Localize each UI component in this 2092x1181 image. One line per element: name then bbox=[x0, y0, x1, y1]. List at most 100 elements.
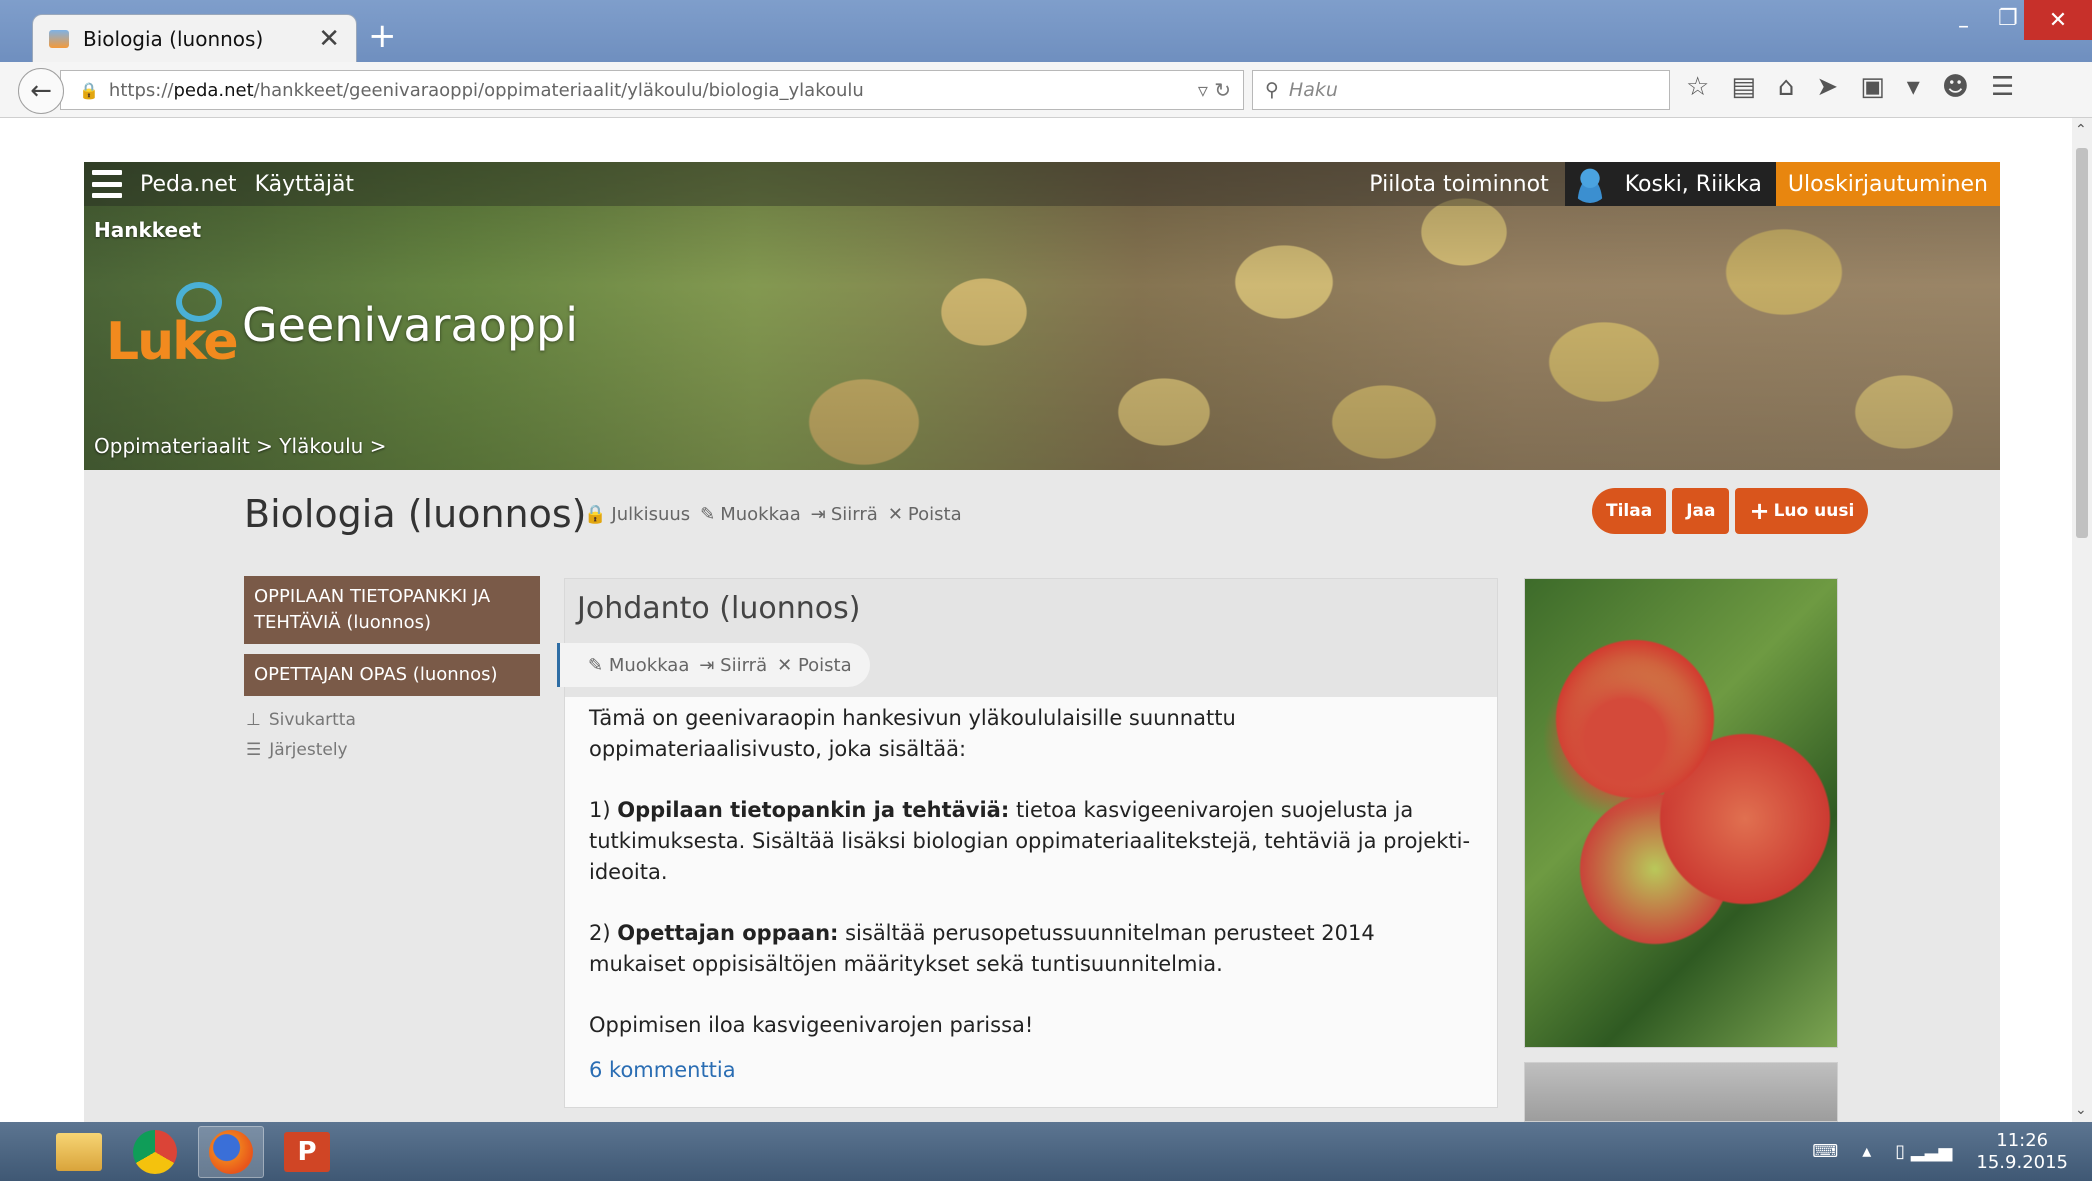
scroll-thumb[interactable] bbox=[2076, 148, 2088, 538]
browser-navbar: 🔒 https:// peda.net /hankkeet/geenivarao… bbox=[0, 62, 2092, 118]
closing-paragraph: Oppimisen iloa kasvigeenivarojen parissa… bbox=[589, 1013, 1034, 1037]
menu-icon[interactable]: ☰ bbox=[1991, 72, 2014, 102]
para2-prefix: 1) bbox=[589, 798, 618, 822]
luke-logo[interactable]: Luke bbox=[106, 312, 239, 372]
para3-bold: Opettajan oppaan: bbox=[617, 921, 839, 945]
luke-logo-mark-icon bbox=[176, 282, 222, 322]
browser-toolbar: ☆ ▤ ⌂ ➤ ▣ ▾ ☻ ☰ bbox=[1686, 72, 2014, 102]
content-actions: ✎ Muokkaa ⇥ Siirrä ✕ Poista bbox=[557, 643, 870, 687]
student-bank-paragraph: 1) Oppilaan tietopankin ja tehtäviä: tie… bbox=[589, 795, 1473, 888]
content-move-label: Siirrä bbox=[720, 654, 768, 676]
header-banner: Peda.net Käyttäjät Piilota toiminnot Kos… bbox=[84, 162, 2000, 470]
scroll-up-icon[interactable]: ⌃ bbox=[2075, 122, 2087, 138]
content-edit-label: Muokkaa bbox=[608, 654, 690, 676]
url-prefix: https:// bbox=[108, 79, 174, 101]
public-action[interactable]: 🔒 Julkisuus bbox=[584, 504, 690, 525]
nav-item-student-bank[interactable]: OPPILAAN TIETOPANKKI JA TEHTÄVIÄ (luonno… bbox=[244, 576, 540, 644]
search-icon: ⚲ bbox=[1265, 79, 1279, 101]
sitemap-icon: ⊥ bbox=[246, 710, 261, 730]
chrome-icon[interactable] bbox=[122, 1126, 188, 1178]
create-new-button[interactable]: + Luo uusi bbox=[1735, 488, 1869, 534]
edit-label: Muokkaa bbox=[720, 504, 801, 525]
reload-icon[interactable]: ▿ ↻ bbox=[1198, 78, 1231, 102]
addon-icon[interactable]: ▣ bbox=[1860, 72, 1885, 102]
back-button[interactable]: ← bbox=[18, 68, 64, 114]
content-box: Johdanto (luonnos) ✎ Muokkaa ⇥ Siirrä ✕ … bbox=[557, 578, 1498, 1108]
home-icon[interactable]: ⌂ bbox=[1778, 72, 1795, 102]
keyboard-icon[interactable]: ⌨ bbox=[1812, 1141, 1838, 1162]
signal-icon[interactable]: ▯ ▂▃▅ bbox=[1895, 1141, 1952, 1162]
site-title[interactable]: Geenivaraoppi bbox=[242, 298, 578, 352]
teacher-guide-paragraph: 2) Opettajan oppaan: sisältää perusopetu… bbox=[589, 918, 1473, 980]
avatar-icon bbox=[1570, 165, 1609, 203]
hamburger-menu-icon[interactable] bbox=[92, 170, 122, 198]
comments-link[interactable]: 6 kommenttia bbox=[589, 1055, 1473, 1086]
edit-action[interactable]: ✎ Muokkaa bbox=[700, 504, 801, 525]
window-close-icon[interactable]: ✕ bbox=[2024, 0, 2092, 40]
arrange-link[interactable]: ☰ Järjestely bbox=[246, 740, 540, 760]
back-arrow-icon: ← bbox=[30, 76, 52, 106]
create-new-label: Luo uusi bbox=[1773, 501, 1855, 521]
browser-titlebar: Biologia (luonnos) ✕ + – ❐ ✕ bbox=[0, 0, 2092, 62]
search-input[interactable]: ⚲ Haku bbox=[1252, 70, 1670, 110]
clock-time: 11:26 bbox=[1996, 1129, 2049, 1151]
hide-actions-link[interactable]: Piilota toiminnot bbox=[1353, 172, 1564, 197]
user-name: Koski, Riikka bbox=[1624, 171, 1762, 197]
page-scrollbar[interactable]: ⌃ ⌄ bbox=[2072, 118, 2092, 1122]
user-menu[interactable]: Koski, Riikka bbox=[1564, 162, 1776, 206]
powerpoint-icon[interactable]: P bbox=[274, 1126, 340, 1178]
pencil-icon: ✎ bbox=[700, 504, 716, 525]
clock[interactable]: 11:26 15.9.2015 bbox=[1976, 1130, 2068, 1174]
tab-title: Biologia (luonnos) bbox=[83, 26, 264, 51]
scroll-down-icon[interactable]: ⌄ bbox=[2075, 1102, 2087, 1118]
bookmarks-list-icon[interactable]: ▤ bbox=[1731, 72, 1756, 102]
content-edit-action[interactable]: ✎ Muokkaa bbox=[588, 655, 689, 676]
site-topbar: Peda.net Käyttäjät Piilota toiminnot Kos… bbox=[84, 162, 2000, 206]
chat-icon[interactable]: ☻ bbox=[1942, 72, 1969, 102]
sitemap-link[interactable]: ⊥ Sivukartta bbox=[246, 710, 540, 730]
apples-photo bbox=[1524, 578, 1838, 1048]
windows-taskbar: P ⌨ ▴ ▯ ▂▃▅ 11:26 15.9.2015 bbox=[0, 1122, 2092, 1181]
left-navigation: OPPILAAN TIETOPANKKI JA TEHTÄVIÄ (luonno… bbox=[244, 576, 540, 760]
dropdown-icon[interactable]: ▾ bbox=[1907, 72, 1920, 102]
search-placeholder: Haku bbox=[1288, 79, 1338, 101]
window-minimize-icon[interactable]: – bbox=[1958, 14, 1969, 39]
new-tab-button[interactable]: + bbox=[368, 16, 397, 56]
page-favicon-icon bbox=[49, 29, 69, 48]
address-bar[interactable]: 🔒 https:// peda.net /hankkeet/geenivarao… bbox=[60, 70, 1244, 110]
firefox-icon[interactable] bbox=[198, 1125, 264, 1178]
move-label: Siirrä bbox=[830, 504, 878, 525]
page-buttons: Tilaa Jaa + Luo uusi bbox=[1592, 488, 1869, 534]
move-action[interactable]: ⇥ Siirrä bbox=[811, 504, 878, 525]
intro-paragraph: Tämä on geenivaraopin hankesivun yläkoul… bbox=[589, 706, 1236, 761]
logout-button[interactable]: Uloskirjautuminen bbox=[1775, 162, 2000, 206]
topbar-link-users[interactable]: Käyttäjät bbox=[255, 172, 355, 197]
page-title: Biologia (luonnos) bbox=[244, 492, 587, 536]
powerpoint-label: P bbox=[284, 1131, 330, 1172]
subscribe-button[interactable]: Tilaa bbox=[1592, 488, 1667, 534]
delete-action[interactable]: ✕ Poista bbox=[888, 504, 962, 525]
topbar-right: Piilota toiminnot Koski, Riikka Uloskirj… bbox=[1353, 162, 2000, 206]
page-viewport: Peda.net Käyttäjät Piilota toiminnot Kos… bbox=[0, 118, 2072, 1122]
tray-expand-icon[interactable]: ▴ bbox=[1862, 1141, 1871, 1162]
breadcrumb[interactable]: Oppimateriaalit > Yläkoulu > bbox=[94, 434, 386, 458]
topbar-link-pedanet[interactable]: Peda.net bbox=[140, 172, 237, 197]
send-icon[interactable]: ➤ bbox=[1816, 72, 1838, 102]
content-delete-action[interactable]: ✕ Poista bbox=[777, 655, 852, 676]
close-icon: ✕ bbox=[777, 654, 798, 676]
share-button[interactable]: Jaa bbox=[1672, 488, 1730, 534]
public-label: Julkisuus bbox=[611, 504, 691, 525]
window-restore-icon[interactable]: ❐ bbox=[1998, 6, 2018, 31]
browser-tab[interactable]: Biologia (luonnos) ✕ bbox=[32, 14, 357, 62]
tab-close-icon[interactable]: ✕ bbox=[318, 24, 340, 54]
page-actions: 🔒 Julkisuus ✎ Muokkaa ⇥ Siirrä ✕ Poista bbox=[584, 504, 962, 525]
content-move-action[interactable]: ⇥ Siirrä bbox=[699, 655, 767, 676]
url-host: peda.net bbox=[173, 79, 254, 101]
file-explorer-icon[interactable] bbox=[46, 1126, 112, 1178]
para2-bold: Oppilaan tietopankin ja tehtäviä: bbox=[617, 798, 1010, 822]
bookmark-star-icon[interactable]: ☆ bbox=[1686, 72, 1709, 102]
breadcrumb-hankkeet[interactable]: Hankkeet bbox=[94, 218, 201, 242]
site-container: Peda.net Käyttäjät Piilota toiminnot Kos… bbox=[84, 162, 2000, 1122]
nav-item-teacher-guide[interactable]: OPETTAJAN OPAS (luonnos) bbox=[244, 654, 540, 696]
content-header: Johdanto (luonnos) ✎ Muokkaa ⇥ Siirrä ✕ … bbox=[557, 579, 1497, 697]
